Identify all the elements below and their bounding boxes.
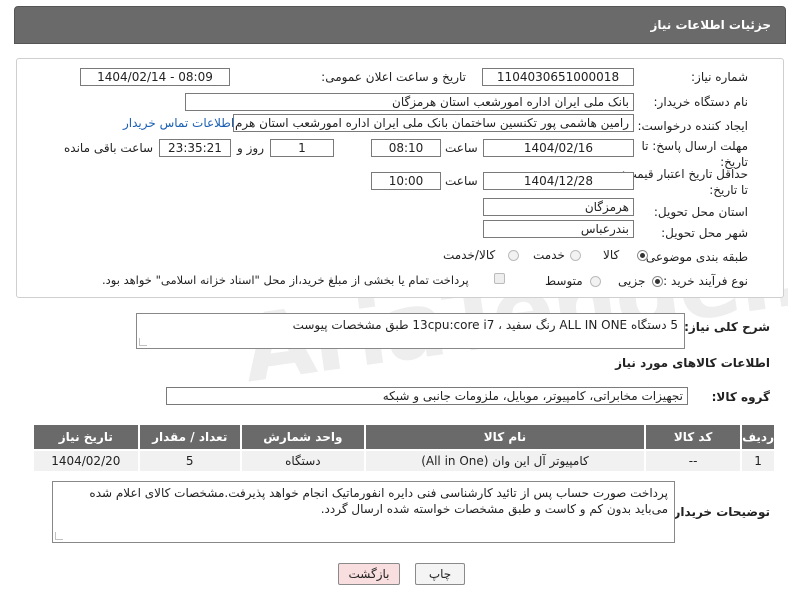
need-number-field: 1104030651000018 xyxy=(482,68,634,86)
category-radio-goods[interactable] xyxy=(637,250,648,261)
buyer-contact-link[interactable]: اطلاعات تماس خریدار xyxy=(123,116,234,130)
city-label: شهر محل تحویل: xyxy=(661,226,748,240)
cell-qty: 5 xyxy=(137,449,242,473)
buyer-notes-label: توضیحات خریدار: xyxy=(668,505,770,519)
goods-group-field: تجهیزات مخابراتی، کامپیوتر، موبایل، ملزو… xyxy=(166,387,688,405)
col-unit: واحد شمارش xyxy=(239,423,366,451)
col-row: ردیف xyxy=(740,423,776,451)
process-radio-medium[interactable] xyxy=(590,276,601,287)
back-button[interactable]: بازگشت xyxy=(338,563,400,585)
buyer-org-label: نام دستگاه خریدار: xyxy=(653,95,749,109)
panel-header: جزئیات اطلاعات نیاز xyxy=(14,6,786,44)
resize-grip-icon[interactable] xyxy=(55,532,63,540)
days-label: روز و xyxy=(237,141,264,155)
remaining-label: ساعت باقی مانده xyxy=(64,141,154,155)
need-number-label: شماره نیاز: xyxy=(691,70,748,84)
buyer-notes-text: پرداخت صورت حساب پس از تائید کارشناسی فن… xyxy=(89,486,668,516)
process-option-minor: جزیی xyxy=(618,274,646,288)
col-date: تاریخ نیاز xyxy=(32,423,140,451)
category-radio-service[interactable] xyxy=(570,250,581,261)
col-name: نام کالا xyxy=(363,423,647,451)
resize-grip-icon[interactable] xyxy=(139,338,147,346)
page-title: جزئیات اطلاعات نیاز xyxy=(650,18,771,32)
reply-days-field: 1 xyxy=(270,139,334,157)
province-label: استان محل تحویل: xyxy=(653,205,748,219)
reply-date-field: 1404/02/16 xyxy=(483,139,634,157)
cell-date: 1404/02/20 xyxy=(32,449,140,473)
col-code: کد کالا xyxy=(644,423,743,451)
process-radio-minor[interactable] xyxy=(652,276,663,287)
description-label: شرح کلی نیاز: xyxy=(684,320,770,334)
treasury-note: پرداخت تمام یا بخشی از مبلغ خرید،از محل … xyxy=(102,273,469,287)
city-field: بندرعباس xyxy=(483,220,634,238)
table-header-row: ردیف کد کالا نام کالا واحد شمارش تعداد /… xyxy=(32,423,776,451)
category-option-both: کالا/خدمت xyxy=(443,248,496,262)
remaining-time-field: 23:35:21 xyxy=(159,139,231,157)
category-option-goods: کالا xyxy=(603,248,620,262)
items-table: ردیف کد کالا نام کالا واحد شمارش تعداد /… xyxy=(32,423,776,473)
creator-field: رامین هاشمی پور تکنسین ساختمان بانک ملی … xyxy=(233,114,634,132)
buyer-notes-textarea[interactable]: پرداخت صورت حساب پس از تائید کارشناسی فن… xyxy=(52,481,675,543)
description-textarea[interactable]: 5 دستگاه ALL IN ONE رنگ سفید ، 13cpu:cor… xyxy=(136,313,685,349)
category-radio-both[interactable] xyxy=(508,250,519,261)
cell-row: 1 xyxy=(740,449,776,473)
process-option-medium: متوسط xyxy=(545,274,583,288)
col-qty: تعداد / مقدار xyxy=(137,423,242,451)
announce-field: 1404/02/14 - 08:09 xyxy=(80,68,230,86)
buyer-org-field: بانک ملی ایران اداره امورشعب استان هرمزگ… xyxy=(185,93,634,111)
cell-unit: دستگاه xyxy=(239,449,366,473)
price-time-field: 10:00 xyxy=(371,172,441,190)
province-field: هرمزگان xyxy=(483,198,634,216)
reply-time-field: 08:10 xyxy=(371,139,441,157)
announce-label: تاریخ و ساعت اعلان عمومی: xyxy=(321,70,466,84)
category-option-service: خدمت xyxy=(533,248,565,262)
print-button[interactable]: چاپ xyxy=(415,563,465,585)
creator-label: ایجاد کننده درخواست: xyxy=(637,119,748,133)
price-date-field: 1404/12/28 xyxy=(483,172,634,190)
process-label: نوع فرآیند خرید : xyxy=(663,274,748,288)
category-label: طبقه بندی موضوعی: xyxy=(641,250,748,264)
goods-group-label: گروه کالا: xyxy=(711,390,770,404)
price-validity-label: حداقل تاریخ اعتبار قیمت: تا تاریخ: xyxy=(621,167,748,197)
table-row: 1 -- کامپیوتر آل این وان (All in One) دس… xyxy=(32,449,776,473)
price-time-label: ساعت xyxy=(445,174,478,188)
treasury-checkbox[interactable] xyxy=(494,273,505,284)
description-text: 5 دستگاه ALL IN ONE رنگ سفید ، 13cpu:cor… xyxy=(292,318,678,332)
reply-time-label: ساعت xyxy=(445,141,478,155)
cell-code: -- xyxy=(644,449,743,473)
goods-info-title: اطلاعات کالاهای مورد نیاز xyxy=(615,356,770,370)
cell-name: کامپیوتر آل این وان (All in One) xyxy=(363,449,647,473)
